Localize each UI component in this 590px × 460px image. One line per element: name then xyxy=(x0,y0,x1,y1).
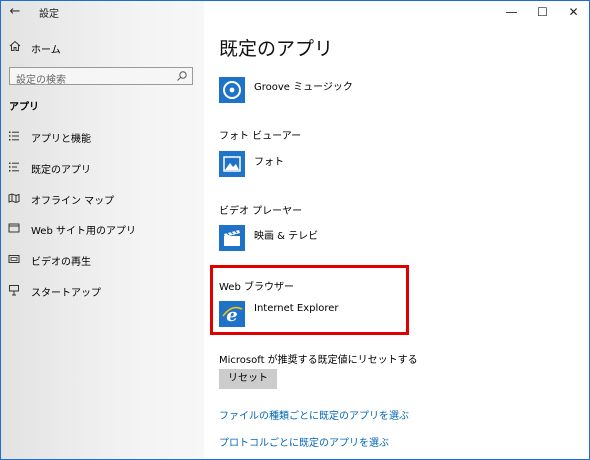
video-playback-icon xyxy=(8,255,20,263)
photo-app-name: フォト xyxy=(254,157,284,168)
minimize-button[interactable]: — xyxy=(496,1,527,23)
sidebar-item-offline-maps[interactable]: オフライン マップ xyxy=(1,189,204,207)
video-app-name: 映画 & テレビ xyxy=(254,231,319,242)
back-button[interactable]: ← xyxy=(7,4,23,20)
sidebar-item-label: ビデオの再生 xyxy=(31,257,91,268)
sidebar-item-label: Web サイト用のアプリ xyxy=(31,226,136,237)
sidebar-item-video-playback[interactable]: ビデオの再生 xyxy=(1,250,204,268)
sidebar: ← 設定 ホーム 設定の検索 アプリ アプリと機能 既定のアプリ オフライン マ… xyxy=(1,1,204,459)
photos-icon xyxy=(219,151,245,177)
choose-by-file-type-link[interactable]: ファイルの種類ごとに既定のアプリを選ぶ xyxy=(219,407,409,422)
home-label: ホーム xyxy=(31,45,61,56)
search-placeholder: 設定の検索 xyxy=(16,75,66,86)
home-icon xyxy=(9,40,21,51)
sidebar-item-startup[interactable]: スタートアップ xyxy=(1,281,204,299)
section-header-apps: アプリ xyxy=(9,102,39,113)
sidebar-item-apps-for-websites[interactable]: Web サイト用のアプリ xyxy=(1,219,204,237)
home-nav-item[interactable]: ホーム xyxy=(1,38,204,56)
maximize-button[interactable]: ☐ xyxy=(527,1,558,23)
sidebar-item-label: アプリと機能 xyxy=(31,134,91,145)
settings-search-input[interactable]: 設定の検索 xyxy=(9,67,193,86)
sidebar-item-label: オフライン マップ xyxy=(31,196,115,207)
movies-tv-icon xyxy=(219,225,245,251)
startup-icon xyxy=(9,285,19,296)
photo-viewer-category: フォト ビューアー xyxy=(219,131,302,142)
groove-music-icon xyxy=(219,77,245,103)
sidebar-item-label: 既定のアプリ xyxy=(31,165,91,176)
main-panel: — ☐ ✕ 既定のアプリ Groove ミュージック フォト ビューアー フォト xyxy=(204,1,589,459)
choose-by-protocol-link[interactable]: プロトコルごとに既定のアプリを選ぶ xyxy=(219,434,389,449)
page-title: 既定のアプリ xyxy=(219,38,334,60)
apps-features-icon xyxy=(9,131,19,141)
window-controls: — ☐ ✕ xyxy=(496,1,589,23)
apps-for-websites-icon xyxy=(8,223,20,233)
search-icon xyxy=(177,71,187,81)
video-player-category: ビデオ プレーヤー xyxy=(219,206,303,217)
window-title: 設定 xyxy=(39,9,59,20)
settings-window: ← 設定 ホーム 設定の検索 アプリ アプリと機能 既定のアプリ オフライン マ… xyxy=(0,0,590,460)
browser-app-name: Internet Explorer xyxy=(254,303,339,314)
music-app-name: Groove ミュージック xyxy=(254,82,353,93)
sidebar-item-label: スタートアップ xyxy=(31,288,101,299)
internet-explorer-icon: e xyxy=(219,301,245,327)
close-button[interactable]: ✕ xyxy=(558,1,589,23)
sidebar-item-default-apps[interactable]: 既定のアプリ xyxy=(1,158,204,176)
reset-button[interactable]: リセット xyxy=(219,369,277,389)
sidebar-item-apps-features[interactable]: アプリと機能 xyxy=(1,127,204,145)
title-bar-left: ← 設定 xyxy=(1,1,204,23)
web-browser-category: Web ブラウザー xyxy=(219,282,294,293)
reset-description: Microsoft が推奨する既定値にリセットする xyxy=(219,355,418,366)
default-apps-icon xyxy=(9,162,19,172)
offline-maps-icon xyxy=(8,193,20,204)
